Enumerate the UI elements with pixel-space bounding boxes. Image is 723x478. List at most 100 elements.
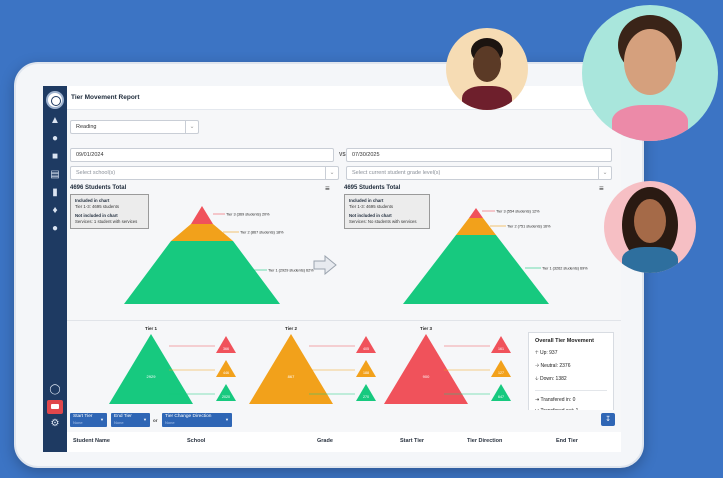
start-tier-name: Tier 2 — [285, 326, 297, 331]
transferred-in: Transfered in: 0 — [540, 397, 576, 403]
caret-down-icon: ▼ — [100, 417, 104, 422]
tier2-segment[interactable] — [456, 218, 496, 235]
col-grade[interactable]: Grade — [317, 438, 333, 444]
shield-icon[interactable]: ♦ — [48, 205, 62, 217]
tier2-label: Tier 2 (751 students) 16% — [507, 225, 551, 229]
start-tier-button[interactable]: Start Tier None ▼ — [70, 413, 107, 427]
sign-in-icon: ⇥ — [535, 397, 540, 403]
tier3-label: Tier 3 (554 students) 12% — [496, 210, 540, 214]
graduation-cap-icon[interactable]: ▲ — [48, 115, 62, 127]
divider — [67, 320, 621, 321]
col-end-tier[interactable]: End Tier — [556, 438, 578, 444]
subject-select[interactable]: Reading ⌄ — [70, 120, 199, 134]
help-icon[interactable]: ◯ — [48, 384, 62, 396]
col-start-tier[interactable]: Start Tier — [400, 438, 424, 444]
end-tier-count: 188 — [363, 371, 369, 375]
end-tier-count: 127 — [498, 371, 504, 375]
page-title: Tier Movement Report — [71, 94, 140, 101]
grade-placeholder: Select current student grade level(s) — [352, 170, 441, 176]
start-tier-triangle — [249, 334, 333, 404]
tier3-segment[interactable] — [469, 208, 483, 218]
chevron-down-icon: ⌄ — [185, 121, 198, 133]
end-tier-label: End Tier — [114, 414, 132, 419]
start-tier-count: 900 — [423, 374, 430, 379]
menu-icon[interactable]: ≡ — [599, 184, 604, 193]
arrow-right-icon — [313, 255, 337, 275]
calendar-icon[interactable]: ▤ — [48, 169, 62, 181]
end-tier-count: 270 — [363, 395, 369, 399]
start-tier-label: Start Tier — [73, 414, 93, 419]
start-tier-count: 867 — [288, 374, 295, 379]
chevron-down-icon: ⌄ — [325, 167, 338, 179]
table-filter-bar: Start Tier None ▼ End Tier None ▼ or Tie… — [67, 410, 621, 432]
table-header: Student Name School Grade Start Tier Tie… — [67, 432, 621, 452]
paw-icon[interactable]: ● — [48, 223, 62, 235]
end-tier-count: 161 — [498, 347, 504, 351]
caret-down-icon: ▼ — [225, 417, 229, 422]
vs-label: VS — [339, 152, 346, 158]
app-screen: ▲ ● ■ ▤ ▮ ♦ ● ◯ ⚙ Tier Movement Report R… — [43, 86, 621, 452]
end-tier-count: 366 — [223, 347, 229, 351]
arrow-up-icon: 🡡 — [535, 350, 539, 356]
up-count: Up: 937 — [539, 350, 558, 356]
tier1-label: Tier 1 (3262 students) 69% — [542, 267, 588, 271]
school-placeholder: Select school(s) — [76, 170, 116, 176]
end-tier-count: 647 — [498, 395, 504, 399]
col-student-name[interactable]: Student Name — [73, 438, 110, 444]
end-tier-count: 2020 — [222, 395, 230, 399]
tier3-label: Tier 3 (369 students) 20% — [226, 213, 270, 217]
school-select[interactable]: Select school(s) ⌄ — [70, 166, 339, 180]
end-date-input[interactable]: 07/30/2025 — [346, 148, 612, 162]
book-icon[interactable]: ■ — [48, 151, 62, 163]
tier2-segment[interactable] — [171, 224, 233, 241]
overall-tier-movement: Overall Tier Movement 🡡 Up: 937 🡢 Neutra… — [528, 332, 614, 422]
header: Tier Movement Report — [67, 86, 621, 110]
download-icon: ↧ — [605, 416, 611, 423]
users-icon[interactable]: ● — [48, 133, 62, 145]
overall-title: Overall Tier Movement — [535, 338, 594, 344]
start-tier-name: Tier 3 — [420, 326, 432, 331]
right-pyramid-chart: Tier 3 (554 students) 12% Tier 2 (751 st… — [403, 208, 588, 304]
bar-chart-icon[interactable]: ▮ — [48, 187, 62, 199]
student-photo — [446, 28, 528, 110]
student-photo — [582, 5, 718, 141]
tier1-segment[interactable] — [124, 241, 280, 304]
tier1-label: Tier 1 (2929 students) 62% — [268, 269, 314, 273]
tier-movement-chart: Tier 1 2929 366 446 2020 Tier 2 867 405 188 270 Ti… — [109, 326, 511, 404]
gear-icon[interactable]: ⚙ — [48, 418, 62, 430]
end-tier-count: 446 — [223, 371, 229, 375]
chat-icon[interactable] — [47, 400, 63, 414]
start-tier-triangle — [109, 334, 193, 404]
start-date-value: 09/01/2024 — [76, 152, 104, 158]
main-content: Reading ⌄ 09/01/2024 VS 07/30/2025 Selec… — [67, 110, 621, 452]
arrow-right-icon: 🡢 — [535, 363, 540, 369]
tier1-segment[interactable] — [403, 235, 549, 304]
end-tier-button[interactable]: End Tier None ▼ — [111, 413, 150, 427]
left-pyramid-chart: Tier 3 (369 students) 20% Tier 2 (867 st… — [124, 206, 314, 304]
col-school[interactable]: School — [187, 438, 205, 444]
download-button[interactable]: ↧ — [601, 413, 615, 426]
tier3-segment[interactable] — [191, 206, 213, 224]
end-tier-count: 405 — [363, 347, 369, 351]
chevron-down-icon: ⌄ — [598, 167, 611, 179]
tier2-label: Tier 2 (867 students) 18% — [240, 231, 284, 235]
direction-label: Tier Change Direction — [165, 414, 212, 419]
start-tier-name: Tier 1 — [145, 326, 157, 331]
start-date-input[interactable]: 09/01/2024 — [70, 148, 334, 162]
logo-icon[interactable] — [46, 91, 64, 109]
sidebar: ▲ ● ■ ▤ ▮ ♦ ● ◯ ⚙ — [43, 86, 67, 452]
left-total: 4696 Students Total — [70, 185, 127, 191]
start-tier-count: 2929 — [147, 374, 157, 379]
grade-select[interactable]: Select current student grade level(s) ⌄ — [346, 166, 612, 180]
right-total: 4695 Students Total — [344, 185, 401, 191]
col-tier-direction[interactable]: Tier Direction — [467, 438, 502, 444]
direction-value: None — [165, 419, 175, 425]
down-count: Down: 1382 — [539, 376, 567, 382]
caret-down-icon: ▼ — [143, 417, 147, 422]
or-label: or — [153, 418, 158, 423]
arrow-down-icon: 🡣 — [535, 376, 539, 382]
menu-icon[interactable]: ≡ — [325, 184, 330, 193]
tier-direction-button[interactable]: Tier Change Direction None ▼ — [162, 413, 232, 427]
student-photo — [604, 181, 696, 273]
end-date-value: 07/30/2025 — [352, 152, 380, 158]
